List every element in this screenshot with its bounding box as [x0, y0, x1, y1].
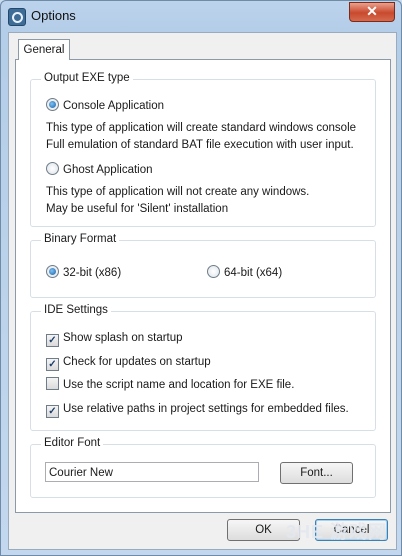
editor-font-group-title: Editor Font [41, 437, 104, 449]
relative-paths-label: Use relative paths in project settings f… [63, 403, 349, 415]
show-splash-label: Show splash on startup [63, 332, 183, 344]
app-icon [8, 8, 26, 26]
ghost-application-label: Ghost Application [63, 164, 153, 176]
checkbox-checked-icon: ✓ [46, 405, 59, 418]
ghost-desc-line-1: This type of application will not create… [46, 186, 310, 198]
use-script-name-label: Use the script name and location for EXE… [63, 379, 295, 391]
window-title: Options [31, 8, 76, 23]
binary-format-group: Binary Format 32-bit (x86) 64-bit (x64) [30, 233, 376, 298]
check-updates-label: Check for updates on startup [63, 356, 211, 368]
close-button[interactable]: ✕ [349, 2, 395, 22]
dialog-client-area: General Output EXE type Console Applicat… [8, 32, 397, 550]
checkbox-unchecked-icon [46, 377, 59, 390]
binary-64bit-radio[interactable]: 64-bit (x64) [207, 265, 282, 281]
radio-unselected-icon [207, 265, 220, 278]
console-application-label: Console Application [63, 100, 165, 112]
radio-selected-icon [46, 98, 59, 111]
editor-font-field[interactable]: Courier New [45, 462, 259, 482]
output-exe-group: Output EXE type Console Application This… [30, 72, 376, 227]
checkbox-checked-icon: ✓ [46, 334, 59, 347]
ghost-application-description: This type of application will not create… [46, 184, 309, 218]
binary-32bit-radio[interactable]: 32-bit (x86) [46, 265, 121, 281]
font-button[interactable]: Font... [280, 462, 353, 484]
ide-settings-group: IDE Settings ✓ Show splash on startup ✓ Ch… [30, 304, 376, 431]
console-desc-line-1: This type of application will create sta… [46, 122, 357, 134]
output-exe-group-title: Output EXE type [41, 72, 133, 84]
radio-selected-icon [46, 265, 59, 278]
watermark: 3HE 游戏网 [286, 522, 388, 542]
title-bar[interactable]: Options ✕ [1, 1, 401, 31]
check-updates-checkbox[interactable]: ✓ Check for updates on startup [46, 354, 211, 371]
binary-64bit-label: 64-bit (x64) [224, 267, 283, 279]
tab-general[interactable]: General [18, 39, 70, 60]
console-desc-line-2: Full emulation of standard BAT file exec… [46, 139, 354, 151]
general-tab-panel: Output EXE type Console Application This… [15, 59, 391, 513]
console-application-description: This type of application will create sta… [46, 120, 356, 154]
ide-settings-group-title: IDE Settings [41, 304, 111, 316]
relative-paths-checkbox[interactable]: ✓ Use relative paths in project settings … [46, 401, 349, 418]
options-window: Options ✕ General Output EXE type Consol… [0, 0, 402, 556]
checkbox-checked-icon: ✓ [46, 358, 59, 371]
ghost-desc-line-2: May be useful for 'Silent' installation [46, 203, 229, 215]
editor-font-group: Editor Font Courier New Font... [30, 437, 376, 498]
binary-32bit-label: 32-bit (x86) [63, 267, 122, 279]
binary-format-group-title: Binary Format [41, 233, 120, 245]
radio-unselected-icon [46, 162, 59, 175]
use-script-name-checkbox[interactable]: Use the script name and location for EXE… [46, 377, 294, 393]
show-splash-checkbox[interactable]: ✓ Show splash on startup [46, 330, 183, 347]
console-application-radio[interactable]: Console Application [46, 98, 164, 114]
ghost-application-radio[interactable]: Ghost Application [46, 162, 153, 178]
